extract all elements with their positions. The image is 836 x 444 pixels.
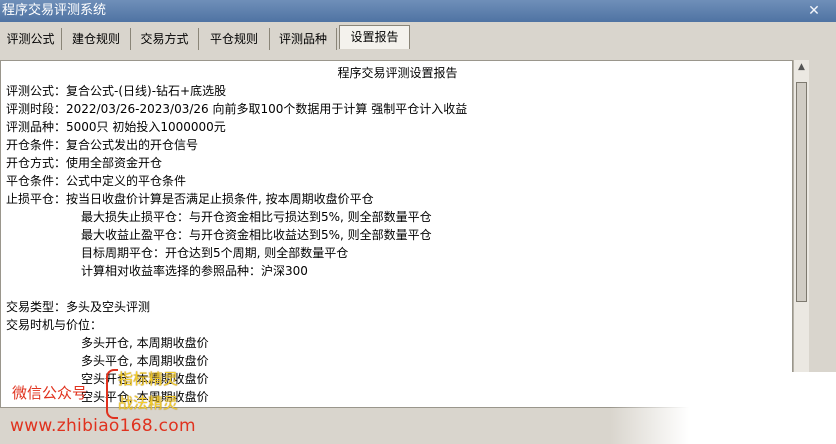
report-line: 计算相对收益率选择的参照品种：沪深300: [81, 264, 308, 278]
watermark-fade: [610, 372, 836, 444]
report-line: 交易类型：多头及空头评测: [6, 300, 151, 314]
watermark-name-1: 指标精灵: [118, 370, 179, 388]
window-title: 程序交易评测系统: [2, 3, 107, 18]
watermark-bracket: [106, 369, 118, 419]
tab-formula[interactable]: 评测公式: [0, 28, 62, 50]
watermark-url: www.zhibiao168.com: [10, 416, 196, 436]
report-line: 开仓方式：使用全部资金开仓: [6, 156, 163, 170]
tab-report-settings[interactable]: 设置报告: [339, 25, 410, 49]
watermark-name-2: 战法精灵: [118, 394, 179, 412]
scroll-up-icon[interactable]: ▲: [794, 60, 809, 74]
window-titlebar: 程序交易评测系统 ✕: [0, 0, 836, 22]
report-line: 评测品种：5000只 初始投入1000000元: [6, 120, 226, 134]
scroll-thumb[interactable]: [796, 82, 807, 302]
report-heading: 程序交易评测设置报告: [337, 66, 458, 80]
report-line: 平仓条件：公式中定义的平仓条件: [6, 174, 187, 188]
report-panel: 程序交易评测设置报告 评测公式：复合公式-(日线)-钻石+底选股 评测时段：20…: [0, 52, 836, 444]
report-line: 评测时段：2022/03/26-2023/03/26 向前多取100个数据用于计…: [6, 102, 468, 116]
watermark-label: 微信公众号: [12, 384, 88, 402]
report-textarea[interactable]: 程序交易评测设置报告 评测公式：复合公式-(日线)-钻石+底选股 评测时段：20…: [0, 60, 793, 408]
tab-bar: 评测公式 建仓规则 交易方式 平仓规则 评测品种 设置报告: [0, 22, 836, 52]
tab-open-rules[interactable]: 建仓规则: [62, 28, 131, 50]
tab-close-rules[interactable]: 平仓规则: [199, 28, 270, 50]
tab-instruments[interactable]: 评测品种: [270, 28, 337, 50]
report-line: 交易时机与价位：: [6, 318, 103, 332]
report-line: 多头开仓, 本周期收盘价: [81, 336, 209, 350]
report-line: 多头平仓, 本周期收盘价: [81, 354, 209, 368]
report-line: 最大收益止盈平仓：与开仓资金相比收益达到5%, 则全部数量平仓: [81, 228, 432, 242]
report-line: 最大损失止损平仓：与开仓资金相比亏损达到5%, 则全部数量平仓: [81, 210, 432, 224]
report-line: 目标周期平仓：开仓达到5个周期, 则全部数量平仓: [81, 246, 349, 260]
report-line: 开仓条件：复合公式发出的开仓信号: [6, 138, 199, 152]
report-scrollbar[interactable]: ▲ ▼: [793, 60, 809, 408]
tab-trade-mode[interactable]: 交易方式: [131, 28, 199, 50]
report-line: 评测公式：复合公式-(日线)-钻石+底选股: [6, 84, 227, 98]
report-line: 止损平仓：按当日收盘价计算是否满足止损条件, 按本周期收盘价平仓: [6, 192, 374, 206]
close-icon[interactable]: ✕: [804, 1, 824, 21]
